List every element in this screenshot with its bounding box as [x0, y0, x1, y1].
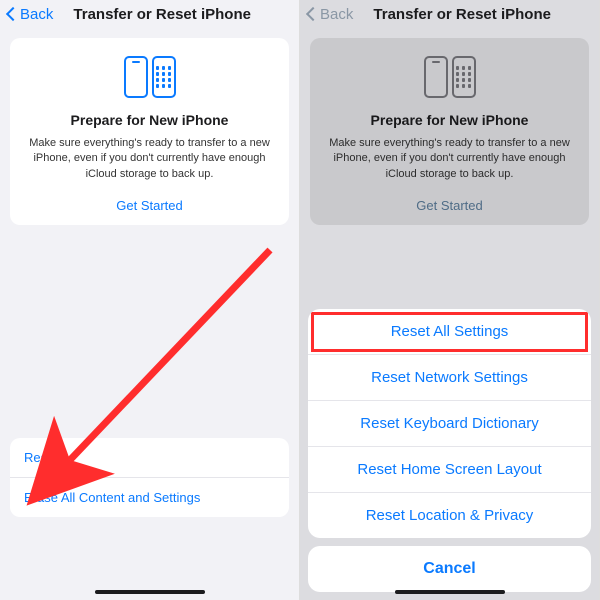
- get-started-link[interactable]: Get Started: [24, 198, 275, 213]
- chevron-left-icon[interactable]: [6, 7, 20, 21]
- reset-action-sheet: Reset All Settings Reset Network Setting…: [308, 309, 591, 592]
- card-title: Prepare for New iPhone: [324, 112, 575, 128]
- card-description: Make sure everything's ready to transfer…: [324, 136, 575, 182]
- erase-all-row[interactable]: Erase All Content and Settings: [10, 478, 289, 517]
- chevron-left-icon: [306, 7, 320, 21]
- card-description: Make sure everything's ready to transfer…: [24, 136, 275, 182]
- page-title: Transfer or Reset iPhone: [33, 6, 291, 23]
- cancel-button[interactable]: Cancel: [308, 546, 591, 592]
- page-title: Transfer or Reset iPhone: [333, 6, 591, 23]
- two-phones-icon: [24, 56, 275, 98]
- reset-location-privacy-option[interactable]: Reset Location & Privacy: [308, 493, 591, 538]
- prepare-card: Prepare for New iPhone Make sure everyth…: [10, 38, 289, 225]
- reset-network-settings-option[interactable]: Reset Network Settings: [308, 355, 591, 401]
- options-list: Reset Erase All Content and Settings: [10, 438, 289, 517]
- reset-keyboard-dictionary-option[interactable]: Reset Keyboard Dictionary: [308, 401, 591, 447]
- home-indicator: [95, 590, 205, 594]
- get-started-link: Get Started: [324, 198, 575, 213]
- prepare-card: Prepare for New iPhone Make sure everyth…: [310, 38, 589, 225]
- left-screenshot: Back Transfer or Reset iPhone Prepare fo…: [0, 0, 300, 600]
- home-indicator: [395, 590, 505, 594]
- two-phones-icon: [324, 56, 575, 98]
- reset-row[interactable]: Reset: [10, 438, 289, 478]
- reset-home-screen-layout-option[interactable]: Reset Home Screen Layout: [308, 447, 591, 493]
- navbar: Back Transfer or Reset iPhone: [0, 0, 299, 28]
- reset-all-settings-option[interactable]: Reset All Settings: [308, 309, 591, 355]
- navbar: Back Transfer or Reset iPhone: [300, 0, 599, 28]
- right-screenshot: Back Transfer or Reset iPhone Prepare fo…: [300, 0, 600, 600]
- card-title: Prepare for New iPhone: [24, 112, 275, 128]
